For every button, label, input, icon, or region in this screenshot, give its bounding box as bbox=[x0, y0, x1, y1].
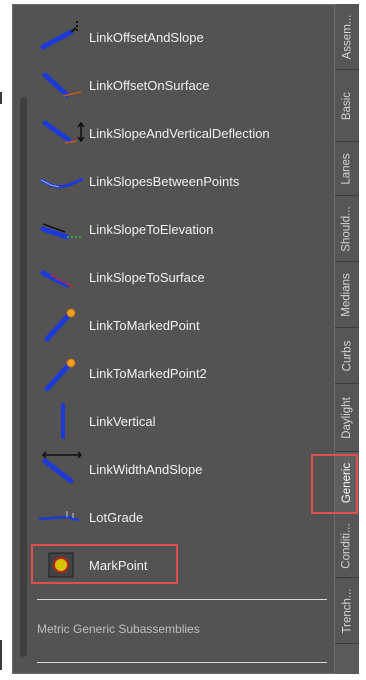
tab-label: Assem... bbox=[341, 14, 354, 59]
tab-curbs[interactable]: Curbs bbox=[335, 328, 359, 384]
palette-item-link-offset-and-slope[interactable]: LinkOffsetAndSlope bbox=[37, 19, 307, 55]
tab-label: Curbs bbox=[341, 340, 353, 371]
palette-item-lot-grade[interactable]: LotGrade bbox=[37, 499, 307, 535]
tab-label: Medians bbox=[341, 272, 353, 317]
palette-item-link-to-marked-point[interactable]: LinkToMarkedPoint bbox=[37, 307, 307, 343]
link-slope-vertical-deflection-icon bbox=[37, 115, 87, 151]
link-slope-to-surface-icon bbox=[37, 259, 87, 295]
left-edge-mark bbox=[0, 92, 2, 104]
tab-label: Trench... bbox=[341, 588, 354, 633]
item-label: LinkToMarkedPoint2 bbox=[89, 365, 207, 381]
tab-label: Should... bbox=[341, 205, 353, 252]
palette-item-link-slopes-between-points[interactable]: LinkSlopesBetweenPoints bbox=[37, 163, 307, 199]
tab-assemblies[interactable]: Assem... bbox=[335, 4, 359, 70]
scrollbar[interactable] bbox=[20, 97, 27, 657]
tab-lanes[interactable]: Lanes bbox=[335, 142, 359, 196]
mark-point-icon bbox=[37, 547, 87, 583]
item-label: LinkVertical bbox=[89, 413, 156, 429]
tab-basic[interactable]: Basic bbox=[335, 70, 359, 142]
palette-item-link-slope-to-surface[interactable]: LinkSlopeToSurface bbox=[37, 259, 307, 295]
item-label: LinkToMarkedPoint bbox=[89, 317, 200, 333]
item-label: LinkSlopesBetweenPoints bbox=[89, 173, 240, 189]
item-label: MarkPoint bbox=[89, 557, 148, 573]
item-label: LotGrade bbox=[89, 509, 144, 525]
lot-grade-icon bbox=[37, 499, 87, 535]
tab-label: Daylight bbox=[341, 396, 353, 439]
tool-palette-panel: LinkOffsetAndSlope LinkOffsetOnSurface L… bbox=[12, 4, 335, 674]
tab-daylight[interactable]: Daylight bbox=[335, 384, 359, 452]
section-divider bbox=[37, 599, 327, 600]
tab-label: Basic bbox=[341, 91, 353, 120]
item-label: LinkWidthAndSlope bbox=[89, 461, 203, 477]
tab-strip-end bbox=[335, 644, 359, 674]
tab-shoulders[interactable]: Should... bbox=[335, 196, 359, 262]
link-to-marked-point-icon bbox=[37, 307, 87, 343]
palette-item-mark-point[interactable]: MarkPoint bbox=[37, 547, 307, 583]
left-edge-mark bbox=[0, 640, 2, 670]
palette-item-link-slope-to-elevation[interactable]: LinkSlopeToElevation bbox=[37, 211, 307, 247]
tab-conditional[interactable]: Conditi... bbox=[335, 514, 359, 578]
tab-label: Lanes bbox=[341, 152, 353, 185]
section-label: Metric Generic Subassemblies bbox=[37, 622, 200, 636]
palette-item-link-to-marked-point2[interactable]: LinkToMarkedPoint2 bbox=[37, 355, 307, 391]
link-slope-to-elevation-icon bbox=[37, 211, 87, 247]
link-vertical-icon bbox=[37, 403, 87, 439]
item-label: LinkSlopeToSurface bbox=[89, 269, 205, 285]
tab-label: Conditi... bbox=[341, 522, 354, 569]
palette-tab-strip: Assem... Basic Lanes Should... Medians C… bbox=[335, 4, 359, 674]
item-label: LinkOffsetOnSurface bbox=[89, 77, 210, 93]
tab-trench[interactable]: Trench... bbox=[335, 578, 359, 644]
item-label: LinkSlopeToElevation bbox=[89, 221, 214, 237]
palette-item-link-width-and-slope[interactable]: LinkWidthAndSlope bbox=[37, 451, 307, 487]
item-label: LinkOffsetAndSlope bbox=[89, 29, 204, 45]
section-divider bbox=[37, 662, 327, 663]
palette-item-link-vertical[interactable]: LinkVertical bbox=[37, 403, 307, 439]
link-to-marked-point2-icon bbox=[37, 355, 87, 391]
palette-item-link-offset-on-surface[interactable]: LinkOffsetOnSurface bbox=[37, 67, 307, 103]
link-width-and-slope-icon bbox=[37, 451, 87, 487]
tab-medians[interactable]: Medians bbox=[335, 262, 359, 328]
link-slopes-between-points-icon bbox=[37, 163, 87, 199]
palette-item-link-slope-and-vertical-deflection[interactable]: LinkSlopeAndVerticalDeflection bbox=[37, 115, 307, 151]
link-offset-on-surface-icon bbox=[37, 67, 87, 103]
tab-generic[interactable]: Generic bbox=[335, 452, 359, 514]
link-offset-and-slope-icon bbox=[37, 19, 87, 55]
item-label: LinkSlopeAndVerticalDeflection bbox=[89, 125, 270, 141]
tab-label: Generic bbox=[341, 462, 353, 503]
